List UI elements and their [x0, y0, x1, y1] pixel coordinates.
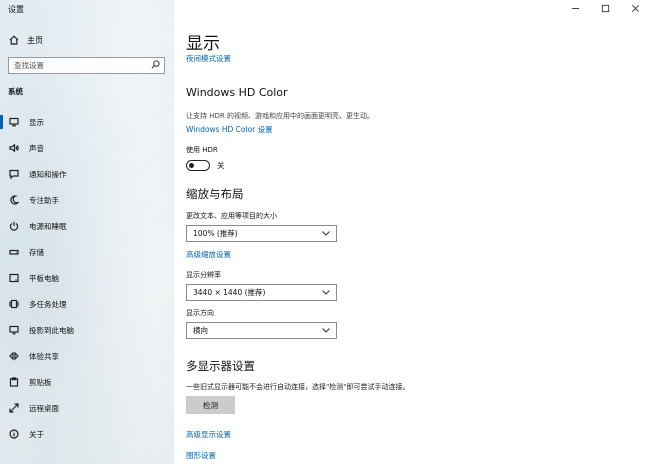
multi-display-heading: 多显示器设置 — [186, 359, 255, 373]
scale-value: 100% (推荐) — [193, 229, 238, 238]
page-title: 显示 — [186, 34, 220, 54]
notification-icon — [8, 168, 20, 180]
sidebar-item-remote-desktop[interactable]: 远程桌面 — [0, 395, 174, 421]
night-light-settings-link[interactable]: 夜间模式设置 — [186, 53, 231, 64]
sidebar-nav: 显示 声音 通知和操作 专注助手 电源和睡眠 存储 平板电脑 多任务处理 投影到… — [0, 109, 174, 447]
shared-experience-icon — [8, 350, 20, 362]
chevron-down-icon — [322, 290, 330, 295]
sidebar-item-sound[interactable]: 声音 — [0, 135, 174, 161]
sidebar-item-label: 电源和睡眠 — [29, 221, 67, 231]
minimize-button[interactable] — [560, 0, 590, 17]
advanced-scaling-link[interactable]: 高级缩放设置 — [186, 249, 231, 260]
hdr-toggle-label: 使用 HDR — [186, 146, 218, 154]
close-button[interactable] — [620, 0, 650, 17]
info-icon — [8, 428, 20, 440]
toggle-switch[interactable] — [186, 160, 210, 171]
sidebar-item-notifications[interactable]: 通知和操作 — [0, 161, 174, 187]
multi-display-description: 一些旧式显示器可能不会进行自动连接，选择"检测"即可尝试手动连接。 — [186, 383, 410, 391]
tablet-icon — [8, 272, 20, 284]
search-icon[interactable] — [151, 60, 160, 71]
clipboard-icon — [8, 376, 20, 388]
hdr-heading: Windows HD Color — [186, 86, 288, 99]
remote-desktop-icon — [8, 402, 20, 414]
hdr-description: 让支持 HDR 的视频、游戏和应用中的画面更明亮、更生动。 — [186, 112, 374, 120]
search-box[interactable] — [8, 57, 165, 74]
hdr-toggle[interactable]: 关 — [186, 160, 225, 171]
multitask-icon — [8, 298, 20, 310]
sidebar-item-power-sleep[interactable]: 电源和睡眠 — [0, 213, 174, 239]
toggle-state: 关 — [217, 161, 225, 170]
scale-label: 更改文本、应用等项目的大小 — [186, 212, 277, 220]
monitor-icon — [8, 116, 20, 128]
home-label: 主页 — [27, 35, 43, 45]
minimize-icon — [571, 8, 579, 9]
home-icon — [8, 34, 20, 46]
moon-icon — [8, 194, 20, 206]
orientation-value: 横向 — [193, 326, 208, 335]
speaker-icon — [8, 142, 20, 154]
hd-color-settings-link[interactable]: Windows HD Color 设置 — [186, 124, 273, 135]
sidebar-item-storage[interactable]: 存储 — [0, 239, 174, 265]
resolution-label: 显示分辨率 — [186, 271, 221, 279]
scale-layout-heading: 缩放与布局 — [186, 187, 244, 201]
sidebar-item-label: 剪贴板 — [29, 377, 52, 387]
sidebar-item-focus-assist[interactable]: 专注助手 — [0, 187, 174, 213]
power-icon — [8, 220, 20, 232]
sidebar-item-multitasking[interactable]: 多任务处理 — [0, 291, 174, 317]
orientation-label: 显示方向 — [186, 309, 214, 317]
home-nav-item[interactable]: 主页 — [8, 33, 43, 47]
storage-icon — [8, 246, 20, 258]
projection-icon — [8, 324, 20, 336]
detect-button[interactable]: 检测 — [186, 396, 235, 414]
sidebar-item-label: 投影到此电脑 — [29, 325, 74, 335]
sidebar-item-about[interactable]: 关于 — [0, 421, 174, 447]
sidebar-item-label: 关于 — [29, 429, 44, 439]
sidebar-item-label: 显示 — [29, 117, 44, 127]
sidebar-item-label: 专注助手 — [29, 195, 59, 205]
orientation-dropdown[interactable]: 横向 — [186, 322, 337, 339]
resolution-dropdown[interactable]: 3440 × 1440 (推荐) — [186, 284, 337, 301]
sidebar-item-display[interactable]: 显示 — [0, 109, 174, 135]
sidebar-item-label: 存储 — [29, 247, 44, 257]
close-icon — [631, 5, 639, 12]
resolution-value: 3440 × 1440 (推荐) — [193, 288, 266, 297]
window-controls — [560, 0, 650, 17]
chevron-down-icon — [322, 231, 330, 236]
sidebar-item-clipboard[interactable]: 剪贴板 — [0, 369, 174, 395]
search-input[interactable] — [14, 61, 144, 70]
maximize-icon — [601, 4, 609, 13]
sidebar-item-label: 多任务处理 — [29, 299, 67, 309]
sidebar-item-label: 通知和操作 — [29, 169, 67, 179]
sidebar-item-label: 远程桌面 — [29, 403, 59, 413]
sidebar-item-label: 体验共享 — [29, 351, 59, 361]
advanced-display-settings-link[interactable]: 高级显示设置 — [186, 429, 231, 440]
chevron-down-icon — [322, 328, 330, 333]
sidebar-item-tablet[interactable]: 平板电脑 — [0, 265, 174, 291]
sidebar-item-label: 声音 — [29, 143, 44, 153]
app-title: 设置 — [8, 5, 24, 14]
sidebar-item-shared-experiences[interactable]: 体验共享 — [0, 343, 174, 369]
maximize-button[interactable] — [590, 0, 620, 17]
sidebar-item-projecting[interactable]: 投影到此电脑 — [0, 317, 174, 343]
section-label: 系统 — [8, 87, 23, 96]
scale-dropdown[interactable]: 100% (推荐) — [186, 225, 337, 242]
graphics-settings-link[interactable]: 图形设置 — [186, 450, 216, 461]
sidebar: 设置 主页 系统 显示 声音 通知和操作 专注助手 — [0, 0, 174, 464]
sidebar-item-label: 平板电脑 — [29, 273, 59, 283]
